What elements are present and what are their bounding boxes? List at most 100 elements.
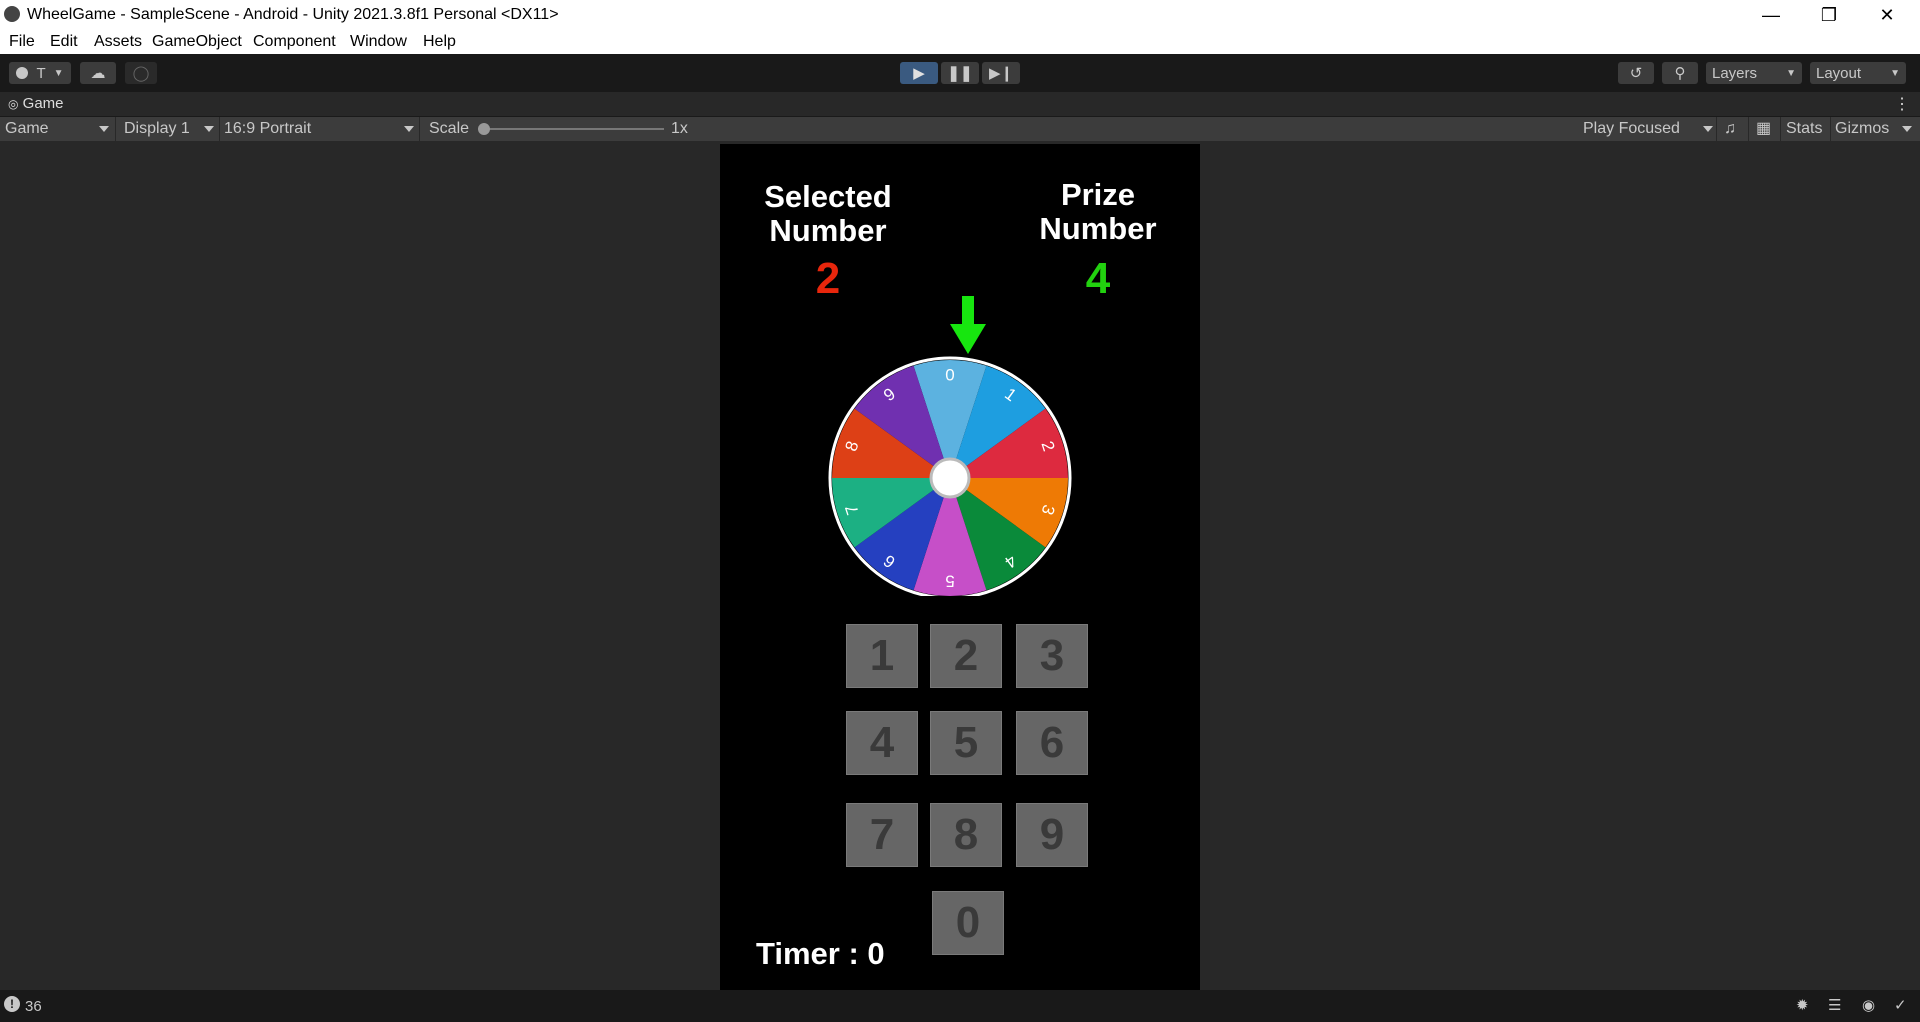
keypad-0-button[interactable]: 0 <box>932 891 1004 955</box>
step-icon: ▶❙ <box>988 65 1014 82</box>
more-options-icon[interactable]: ⋮ <box>1894 94 1910 114</box>
display-label: Display 1 <box>124 120 190 137</box>
divider <box>1780 117 1781 141</box>
chevron-down-icon <box>404 126 414 132</box>
cloud-button[interactable]: ☁ <box>80 62 116 84</box>
play-mode-label: Play Focused <box>1583 120 1680 137</box>
debug-icon[interactable]: ✹ <box>1796 996 1809 1014</box>
menu-edit[interactable]: Edit <box>50 33 78 51</box>
layers-dropdown[interactable]: Layers ▼ <box>1706 62 1802 84</box>
stats-button[interactable]: Stats <box>1786 117 1822 141</box>
tab-bar: ◎ Game ⋮ <box>0 92 1920 117</box>
chevron-down-icon <box>1703 126 1713 132</box>
keypad-1-button[interactable]: 1 <box>846 624 918 688</box>
pause-icon: ❚❚ <box>947 65 973 82</box>
prize-title-line2: Number <box>1039 211 1157 246</box>
shortcuts-button[interactable]: ▦ <box>1756 117 1771 141</box>
history-icon: ↺ <box>1629 65 1643 82</box>
layout-label: Layout <box>1816 64 1862 82</box>
divider <box>1830 117 1831 141</box>
spin-wheel[interactable]: 0123456789 <box>826 296 1086 596</box>
account-label: T <box>36 64 46 82</box>
gizmos-chevron-icon[interactable] <box>1902 126 1912 132</box>
timer-label: Timer : 0 <box>756 936 885 971</box>
view-mode-dropdown[interactable]: Game <box>5 117 113 141</box>
wheel-hub <box>929 457 971 499</box>
search-button[interactable]: ⚲ <box>1662 62 1698 84</box>
aspect-label: 16:9 Portrait <box>224 120 312 137</box>
divider <box>219 117 220 141</box>
menu-window[interactable]: Window <box>350 33 407 51</box>
divider <box>1748 117 1749 141</box>
menu-file[interactable]: File <box>9 33 35 51</box>
collab-button[interactable]: ◯ <box>125 62 157 84</box>
status-bar: ! 36 ✹ ☰ ◉ ✓ <box>0 990 1920 1022</box>
gizmos-button[interactable]: Gizmos <box>1835 117 1889 141</box>
layers-stack-icon[interactable]: ☰ <box>1828 996 1841 1014</box>
minimize-button[interactable]: — <box>1742 0 1800 30</box>
menu-help[interactable]: Help <box>423 33 456 51</box>
keypad-3-button[interactable]: 3 <box>1016 624 1088 688</box>
keypad-2-button[interactable]: 2 <box>930 624 1002 688</box>
gamepad-icon: ◎ <box>8 97 19 111</box>
pointer-arrow-icon <box>950 296 986 354</box>
divider <box>1716 117 1717 141</box>
keypad-7-button[interactable]: 7 <box>846 803 918 867</box>
keypad-8-button[interactable]: 8 <box>930 803 1002 867</box>
restore-button[interactable]: ❐ <box>1800 0 1858 30</box>
console-count: 36 <box>25 998 42 1015</box>
play-icon: ▶ <box>913 65 925 82</box>
network-icon[interactable]: ◉ <box>1862 996 1875 1014</box>
divider <box>115 117 116 141</box>
game-canvas: Selected Number 2 Prize Number 4 0123456… <box>720 144 1200 990</box>
keypad-6-button[interactable]: 6 <box>1016 711 1088 775</box>
divider <box>419 117 420 141</box>
play-mode-dropdown[interactable]: Play Focused <box>1583 117 1713 141</box>
pause-button[interactable]: ❚❚ <box>941 62 979 84</box>
account-dropdown[interactable]: T ▼ <box>9 62 71 84</box>
chevron-down-icon: ▼ <box>1890 67 1900 79</box>
keypad-5-button[interactable]: 5 <box>930 711 1002 775</box>
tab-game[interactable]: ◎ Game <box>8 95 64 112</box>
chevron-down-icon: ▼ <box>53 67 64 79</box>
keypad-9-button[interactable]: 9 <box>1016 803 1088 867</box>
tab-game-label: Game <box>22 95 64 112</box>
game-view-controls: Game Display 1 16:9 Portrait Scale 1x Pl… <box>0 117 1920 141</box>
warning-icon: ! <box>4 996 20 1012</box>
history-button[interactable]: ↺ <box>1618 62 1654 84</box>
scale-value: 1x <box>671 120 688 137</box>
prize-number-title: Prize Number <box>1004 178 1192 246</box>
title-bar: WheelGame - SampleScene - Android - Unit… <box>0 0 1920 30</box>
scale-slider[interactable] <box>478 123 664 135</box>
chevron-down-icon: ▼ <box>1786 67 1796 79</box>
close-button[interactable]: ✕ <box>1858 0 1916 30</box>
keypad-4-button[interactable]: 4 <box>846 711 918 775</box>
account-icon <box>16 67 29 79</box>
aspect-dropdown[interactable]: 16:9 Portrait <box>224 117 416 141</box>
wheel-segment-label: 0 <box>945 365 954 384</box>
keyboard-icon: ▦ <box>1756 120 1772 137</box>
speaker-icon: ♫ <box>1724 120 1736 137</box>
menu-assets[interactable]: Assets <box>94 33 142 51</box>
play-button[interactable]: ▶ <box>900 62 938 84</box>
check-icon[interactable]: ✓ <box>1894 996 1907 1014</box>
selected-number-title: Selected Number <box>734 180 922 248</box>
layers-label: Layers <box>1712 64 1758 82</box>
layout-dropdown[interactable]: Layout ▼ <box>1810 62 1906 84</box>
selected-title-line2: Number <box>769 213 887 248</box>
chevron-down-icon <box>204 126 214 132</box>
menu-component[interactable]: Component <box>253 33 336 51</box>
prize-title-line1: Prize <box>1060 177 1136 212</box>
scale-label: Scale <box>429 120 470 137</box>
cloud-icon: ☁ <box>90 65 106 82</box>
step-button[interactable]: ▶❙ <box>982 62 1020 84</box>
view-mode-label: Game <box>5 120 49 137</box>
window-title: WheelGame - SampleScene - Android - Unit… <box>27 6 559 23</box>
unity-logo-icon <box>4 6 20 22</box>
scale-slider-handle[interactable] <box>478 123 490 135</box>
selected-title-line1: Selected <box>764 179 892 214</box>
mute-audio-button[interactable]: ♫ <box>1724 117 1736 141</box>
menu-gameobject[interactable]: GameObject <box>152 33 242 51</box>
display-dropdown[interactable]: Display 1 <box>124 117 216 141</box>
chevron-down-icon <box>99 126 109 132</box>
